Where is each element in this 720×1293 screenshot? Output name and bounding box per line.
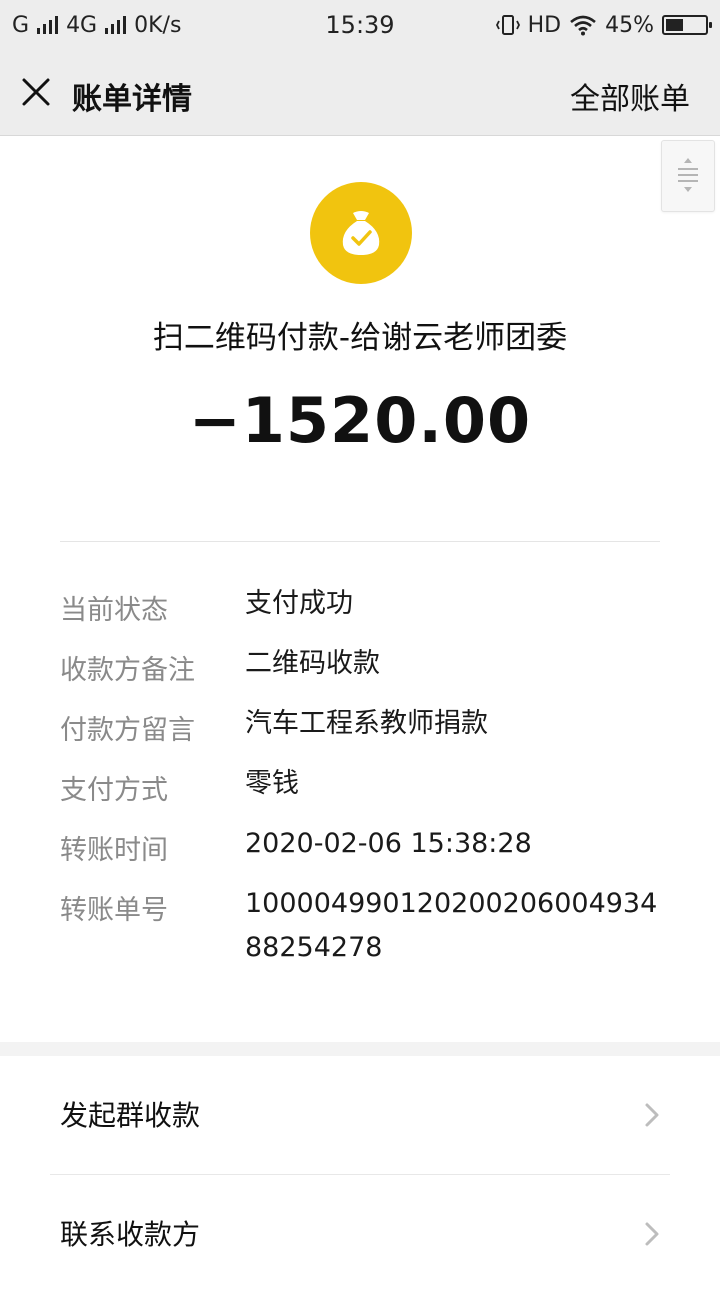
chevron-right-icon [645, 1222, 659, 1246]
detail-label: 转账时间 [60, 835, 168, 866]
detail-label: 收款方备注 [60, 655, 195, 686]
detail-label: 付款方留言 [60, 715, 195, 746]
close-icon[interactable] [20, 76, 52, 108]
divider [60, 541, 660, 542]
all-bills-link[interactable]: 全部账单 [570, 74, 690, 118]
status-right: HD 45% [495, 12, 720, 38]
detail-value: 2020-02-06 15:38:28 [245, 828, 532, 859]
detail-label: 转账单号 [60, 895, 168, 926]
detail-value: 汽车工程系教师捐款 [245, 708, 488, 739]
detail-value: 二维码收款 [245, 648, 380, 679]
amount: −1520.00 [188, 384, 532, 457]
battery-percent: 45% [605, 12, 654, 38]
start-group-collection-button[interactable]: 发起群收款 [0, 1056, 720, 1174]
scroll-handle-icon [678, 158, 698, 192]
detail-value: 零钱 [245, 768, 299, 799]
signal-icon [37, 16, 59, 34]
chevron-right-icon [645, 1103, 659, 1127]
section-gap [0, 1042, 720, 1056]
battery-fill [666, 19, 683, 31]
wifi-icon [570, 15, 596, 36]
contact-payee-button[interactable]: 联系收款方 [0, 1175, 720, 1293]
action-label: 发起群收款 [60, 1099, 201, 1132]
payee-title: 扫二维码付款-给谢云老师团委 [152, 320, 568, 356]
hd-label: HD [527, 12, 562, 38]
status-left: G 4G 0K/s [0, 13, 181, 38]
detail-value[interactable]: 100004990120200206004934 88254278 [245, 882, 665, 970]
signal-4g-icon [105, 16, 127, 34]
battery-icon [662, 15, 712, 35]
money-bag-check-icon [342, 211, 380, 255]
scroll-handle[interactable] [661, 140, 715, 212]
nav-bar: 账单详情 全部账单 [0, 50, 720, 136]
network-speed: 0K/s [134, 12, 182, 38]
money-bag-icon [310, 182, 412, 284]
detail-label: 当前状态 [60, 595, 168, 626]
detail-label: 支付方式 [60, 775, 168, 806]
page-title: 账单详情 [72, 82, 192, 117]
network-type-label: G [12, 12, 30, 38]
network-4g-label: 4G [66, 12, 98, 38]
vibrate-icon [495, 15, 520, 35]
status-bar: G 4G 0K/s 15:39 HD 45% [0, 0, 720, 50]
action-label: 联系收款方 [60, 1218, 201, 1251]
detail-value: 支付成功 [245, 588, 353, 619]
